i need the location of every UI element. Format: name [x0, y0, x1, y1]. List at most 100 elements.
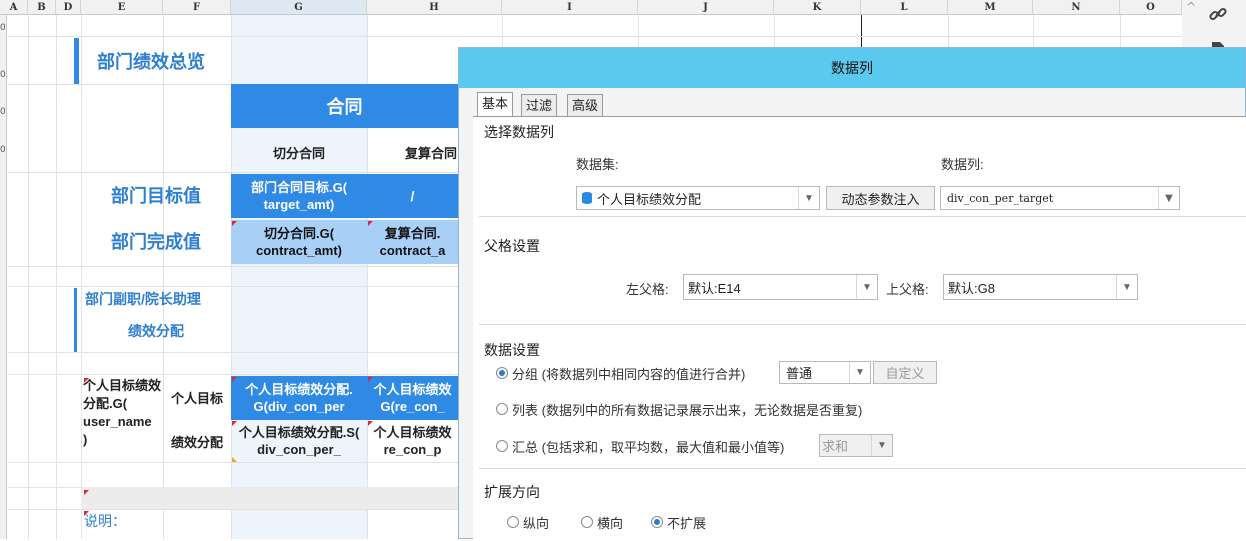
- tab-advanced[interactable]: 高级: [567, 94, 604, 116]
- expand-none-label[interactable]: 不扩展: [667, 513, 706, 532]
- grid-line: [56, 15, 57, 539]
- col-header-f[interactable]: F: [163, 0, 231, 15]
- sheet-title[interactable]: 部门绩效总览: [81, 38, 231, 84]
- tab-basic[interactable]: 基本: [477, 92, 514, 116]
- col-header-b[interactable]: B: [28, 0, 56, 15]
- left-parent-label: 左父格:: [626, 282, 669, 297]
- group-option-label[interactable]: 分组 (将数据列中相同内容的值进行合并): [512, 364, 745, 383]
- formula-marker: [232, 421, 237, 426]
- dataset-value: 个人目标绩效分配: [597, 191, 702, 207]
- chevron-down-icon[interactable]: ▼: [798, 187, 819, 209]
- section-divider: [479, 324, 1246, 325]
- col-header-k[interactable]: K: [774, 0, 861, 15]
- summary-option-label[interactable]: 汇总 (包括求和，取平均数，最大值和最小值等): [512, 437, 784, 456]
- formula-marker: [368, 421, 373, 426]
- contract-header-cell[interactable]: 合同: [231, 84, 458, 128]
- grid-line: [81, 15, 82, 539]
- dialog-title[interactable]: 数据列: [459, 48, 1245, 88]
- col-header-j[interactable]: J: [638, 0, 774, 15]
- row-header-strip[interactable]: 0 0 0 0: [0, 15, 7, 539]
- col-header-o[interactable]: O: [1120, 0, 1182, 15]
- deputy-accent-bar: [74, 288, 77, 352]
- link-icon[interactable]: [1208, 4, 1228, 24]
- expand-marker: [232, 457, 237, 462]
- dept-target-label[interactable]: 部门目标值: [81, 174, 231, 216]
- column-select[interactable]: div_con_per_target ▼: [940, 186, 1180, 210]
- list-radio[interactable]: [496, 403, 508, 415]
- data-column-dialog[interactable]: 数据列 基本 过滤 高级 选择数据列 数据集: 数据列: 个人目标绩效分配 ▼ …: [458, 47, 1246, 541]
- chevron-down-icon[interactable]: ▼: [871, 435, 892, 456]
- col-header-e[interactable]: E: [81, 0, 163, 15]
- chevron-down-icon[interactable]: ▼: [1116, 275, 1137, 299]
- formula-marker: [368, 221, 373, 226]
- tab-filter[interactable]: 过滤: [521, 94, 558, 116]
- database-icon: [581, 191, 593, 205]
- target-recalc-cell[interactable]: /: [367, 174, 458, 218]
- deputy-subtitle[interactable]: 绩效分配: [81, 318, 231, 344]
- group-radio[interactable]: [496, 367, 508, 379]
- top-parent-value: 默认:G8: [948, 280, 995, 296]
- title-accent-bar: [74, 38, 79, 84]
- grid-line: [6, 36, 1182, 37]
- g-alloc-cell[interactable]: 个人目标绩效分配.S( div_con_per_: [231, 420, 367, 462]
- chevron-down-icon[interactable]: ▼: [1158, 187, 1179, 209]
- summary-mode-select[interactable]: 求和 ▼: [819, 434, 893, 457]
- personal-target-label[interactable]: 个人目标: [163, 376, 231, 418]
- left-parent-value: 默认:E14: [688, 280, 741, 296]
- g-target-cell[interactable]: 个人目标绩效分配. G(div_con_per: [231, 376, 367, 420]
- formula-marker: [84, 511, 89, 516]
- group-mode-select[interactable]: 普通 ▼: [779, 361, 871, 384]
- section-divider: [479, 468, 1246, 469]
- split-contract-header[interactable]: 切分合同: [231, 132, 367, 172]
- h-alloc-cell[interactable]: 个人目标绩效 re_con_p: [367, 420, 458, 462]
- col-header-i[interactable]: I: [502, 0, 638, 15]
- section-expand: 扩展方向: [484, 484, 540, 500]
- formula-marker: [232, 221, 237, 226]
- done-recalc-cell[interactable]: 复算合同. contract_a: [367, 220, 458, 264]
- expand-vertical-label[interactable]: 纵向: [523, 513, 549, 532]
- section-data-settings: 数据设置: [484, 342, 540, 358]
- summary-radio[interactable]: [496, 440, 508, 452]
- chevron-down-icon[interactable]: ▼: [849, 362, 870, 383]
- expand-none-radio[interactable]: [651, 516, 663, 528]
- expand-horizontal-label[interactable]: 横向: [597, 513, 623, 532]
- expand-vertical-radio[interactable]: [507, 516, 519, 528]
- summary-mode-value: 求和: [822, 439, 849, 454]
- formula-marker: [84, 490, 89, 495]
- h-target-cell[interactable]: 个人目标绩效 G(re_con_: [367, 376, 458, 420]
- dept-done-label[interactable]: 部门完成值: [81, 220, 231, 262]
- col-header-g[interactable]: G: [231, 0, 367, 15]
- group-mode-value: 普通: [786, 366, 813, 381]
- dynamic-param-button[interactable]: 动态参数注入: [826, 186, 935, 210]
- section-divider: [479, 216, 1246, 217]
- column-label: 数据列:: [941, 157, 984, 172]
- section-select-column: 选择数据列: [484, 124, 554, 140]
- recalc-contract-header[interactable]: 复算合同: [367, 132, 458, 172]
- scroll-up-icon[interactable]: ^: [1182, 0, 1200, 16]
- column-value: div_con_per_target: [947, 191, 1054, 205]
- col-header-h[interactable]: H: [367, 0, 502, 15]
- separator-row: [81, 487, 458, 509]
- formula-marker: [368, 377, 373, 382]
- col-header-m[interactable]: M: [948, 0, 1033, 15]
- col-header-l[interactable]: L: [861, 0, 948, 15]
- custom-button[interactable]: 自定义: [873, 361, 937, 384]
- expand-horizontal-radio[interactable]: [581, 516, 593, 528]
- alloc-label[interactable]: 绩效分配: [163, 420, 231, 462]
- chevron-down-icon[interactable]: ▼: [856, 275, 877, 299]
- dataset-label: 数据集:: [576, 157, 619, 172]
- top-parent-select[interactable]: 默认:G8 ▼: [943, 274, 1138, 300]
- note-label[interactable]: 说明：: [84, 511, 184, 531]
- col-header-a[interactable]: A: [0, 0, 28, 15]
- deputy-title[interactable]: 部门副职/院长助理: [81, 288, 231, 310]
- person-formula-cell[interactable]: 个人目标绩效分配.G( user_name ): [83, 377, 163, 461]
- section-parent: 父格设置: [484, 238, 540, 254]
- done-split-cell[interactable]: 切分合同.G( contract_amt): [231, 220, 367, 264]
- col-header-d[interactable]: D: [56, 0, 81, 15]
- dataset-select[interactable]: 个人目标绩效分配 ▼: [576, 186, 820, 210]
- left-parent-select[interactable]: 默认:E14 ▼: [683, 274, 878, 300]
- col-header-n[interactable]: N: [1033, 0, 1120, 15]
- target-formula-cell[interactable]: 部门合同目标.G( target_amt): [231, 174, 367, 218]
- list-option-label[interactable]: 列表 (数据列中的所有数据记录展示出来，无论数据是否重复): [512, 400, 862, 419]
- formula-marker: [84, 378, 89, 383]
